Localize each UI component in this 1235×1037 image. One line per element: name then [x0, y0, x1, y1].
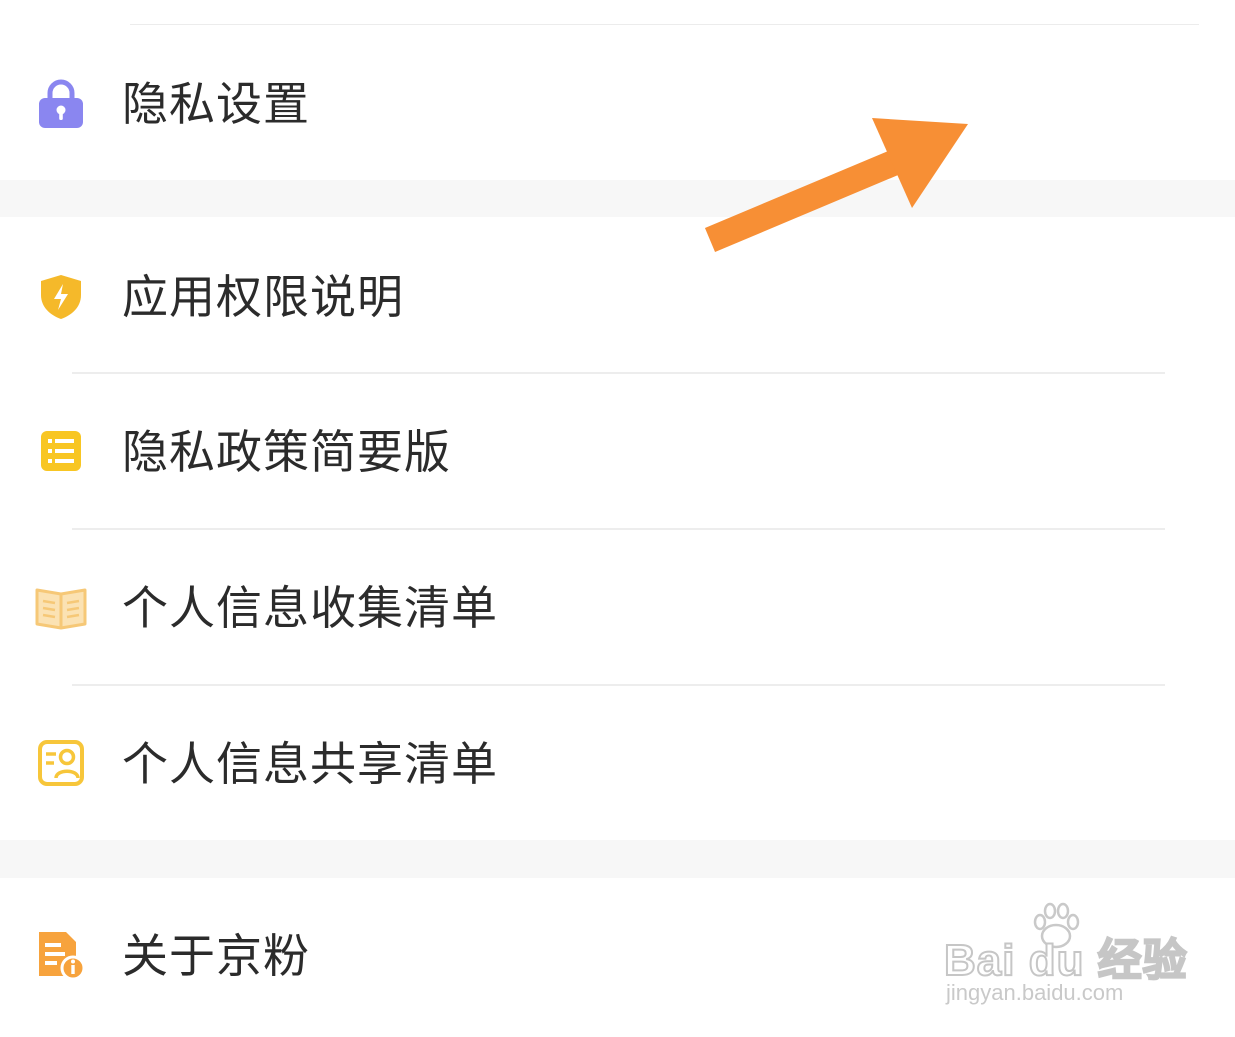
list-icon: [34, 424, 88, 478]
watermark-brand: Bai du 经验: [943, 935, 1188, 986]
menu-item-label: 个人信息收集清单: [122, 581, 498, 635]
open-book-icon: [34, 580, 88, 634]
menu-item-label: 关于京粉: [122, 929, 310, 983]
shield-icon: [34, 269, 88, 323]
menu-item-app-permissions[interactable]: 应用权限说明: [0, 217, 1235, 372]
lock-icon: [34, 76, 88, 130]
baidu-jingyan-watermark: Bai du 经验 jingyan.baidu.com: [943, 902, 1188, 1012]
share-contact-icon: [34, 736, 88, 790]
menu-item-label: 隐私政策简要版: [122, 425, 451, 479]
menu-item-privacy-policy-summary[interactable]: 隐私政策简要版: [0, 374, 1235, 528]
menu-item-label: 个人信息共享清单: [122, 737, 498, 791]
info-document-icon: [34, 928, 88, 982]
section-gap: [0, 180, 1235, 217]
menu-item-personal-info-collection[interactable]: 个人信息收集清单: [0, 530, 1235, 684]
menu-item-label: 应用权限说明: [122, 270, 404, 324]
menu-item-privacy-settings[interactable]: 隐私设置: [0, 26, 1235, 180]
top-divider: [130, 24, 1199, 25]
annotation-arrow: [700, 118, 970, 260]
watermark-url: jingyan.baidu.com: [946, 980, 1124, 1005]
section-gap: [0, 840, 1235, 878]
menu-item-personal-info-sharing[interactable]: 个人信息共享清单: [0, 686, 1235, 840]
menu-item-label: 隐私设置: [122, 77, 310, 131]
